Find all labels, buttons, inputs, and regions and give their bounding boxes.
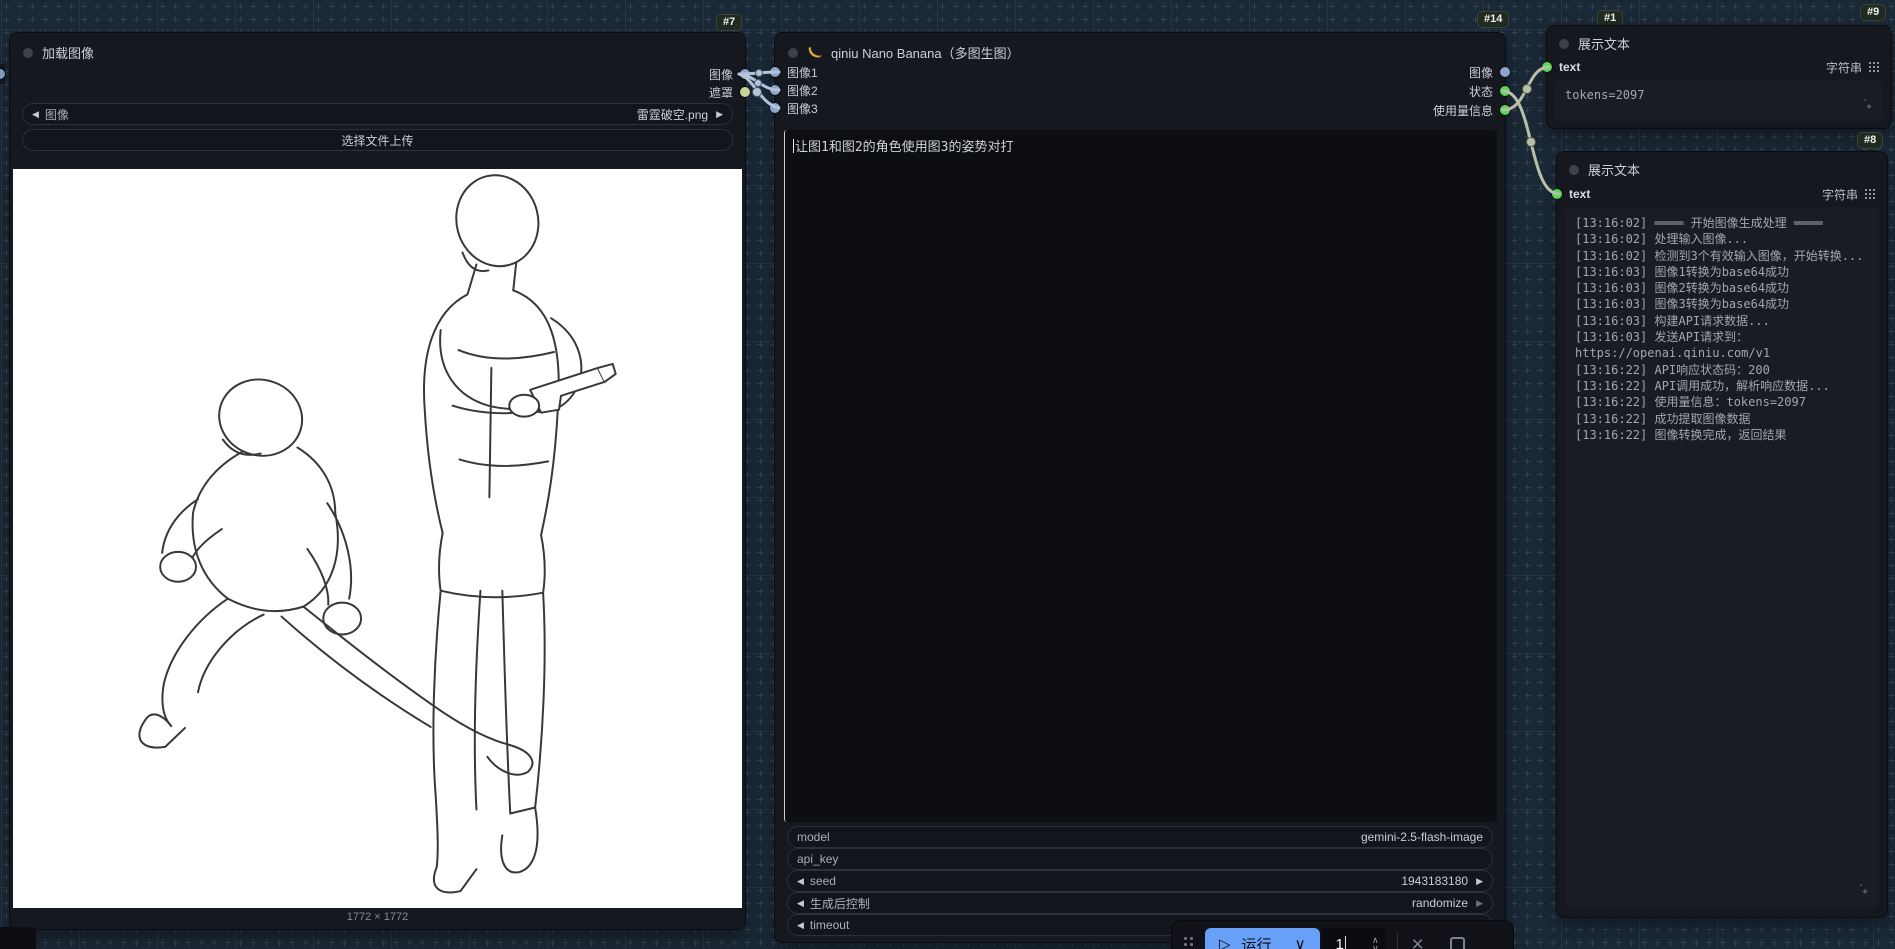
timeout-decrement-icon[interactable]: ◀ xyxy=(797,920,804,930)
node-show-text-log-header[interactable]: 展示文本 xyxy=(1557,152,1887,187)
output-label: 使用量信息 xyxy=(1432,103,1493,118)
combo-label: 图像 xyxy=(44,107,69,122)
output-label: 状态 xyxy=(1468,84,1493,99)
upload-button[interactable]: 选择文件上传 xyxy=(22,129,733,151)
node-id-badge-hidden: #1 xyxy=(1597,10,1624,27)
log-line: [13:16:02] 处理输入图像... xyxy=(1575,232,1749,247)
output-row-status: 状态 xyxy=(775,82,1510,100)
node-nano-banana[interactable]: qiniu Nano Banana（多图生图） 图像1 图像2 图像3 图像 状… xyxy=(770,33,1510,942)
text-input-slot[interactable] xyxy=(1552,189,1562,199)
collapse-dot[interactable] xyxy=(1559,38,1569,49)
text-input-slot[interactable] xyxy=(1542,62,1552,72)
output-label: 遮罩 xyxy=(708,85,733,100)
api-key-widget[interactable]: api_key xyxy=(787,848,1493,870)
run-button[interactable]: ▷ 运行 ∨ xyxy=(1205,928,1320,949)
node-id-badge-9: #9 xyxy=(1860,4,1887,21)
output-slot-dot[interactable] xyxy=(0,69,5,79)
log-text-widget[interactable]: [13:16:02] ════ 开始图像生成处理 ════ [13:16:02]… xyxy=(1565,207,1879,907)
usage-output-slot[interactable] xyxy=(1500,105,1510,115)
log-line: [13:16:22] 成功提取图像数据 xyxy=(1575,411,1751,426)
sparkle-icon: ✦✦ xyxy=(1858,881,1869,899)
node-id-badge-8: #8 xyxy=(1857,132,1884,149)
mask-output-slot[interactable] xyxy=(740,87,750,97)
node-show-text-log[interactable]: 展示文本 text 字符串 [13:16:02] ════ 开始图像生成处理 ═… xyxy=(1552,152,1887,917)
combo-value: 雷霆破空.png xyxy=(636,107,709,122)
image-preview[interactable] xyxy=(13,169,742,908)
node-load-image[interactable]: 加载图像 图像 遮罩 ◀ 图像 雷霆破空.png ▶ 选择文件上传 1772 ×… xyxy=(10,33,750,929)
pose-sketch-image xyxy=(138,174,617,894)
divider xyxy=(1396,932,1398,949)
image-file-combo[interactable]: ◀ 图像 雷霆破空.png ▶ xyxy=(22,103,733,125)
text-caret xyxy=(793,139,794,153)
text-caret xyxy=(1344,936,1346,949)
combo-prev-icon[interactable]: ◀ xyxy=(32,109,39,119)
offscreen-node-stub xyxy=(0,64,5,84)
combo-next-icon[interactable]: ▶ xyxy=(716,109,723,119)
node-title: qiniu Nano Banana（多图生图） xyxy=(831,46,1020,61)
node-id-badge-14: #14 xyxy=(1477,11,1510,28)
log-line: [13:16:02] 检测到3个有效输入图像，开始转换... xyxy=(1575,248,1864,263)
output-label: 图像 xyxy=(1468,65,1493,80)
string-grid-icon xyxy=(1869,62,1879,72)
node-show-text-tokens-header[interactable]: 展示文本 xyxy=(1547,26,1891,61)
log-line: [13:16:22] 图像转换完成，返回结果 xyxy=(1575,427,1787,442)
sparkle-icon: ✦✦ xyxy=(1862,96,1873,114)
log-line: https://openai.qiniu.com/v1 xyxy=(1575,346,1771,361)
collapse-dot[interactable] xyxy=(23,47,33,58)
log-line: [13:16:22] 使用量信息：tokens=2097 xyxy=(1575,395,1806,410)
status-output-slot[interactable] xyxy=(1500,86,1510,96)
batch-count-input[interactable]: 1 ∧ ∨ xyxy=(1321,928,1385,949)
output-row-usage: 使用量信息 xyxy=(775,101,1510,119)
log-line: [13:16:22] API响应状态码：200 xyxy=(1575,362,1770,377)
seed-decrement-icon[interactable]: ◀ xyxy=(797,876,804,886)
output-row-image: 图像 xyxy=(10,65,750,83)
node-show-text-tokens[interactable]: 展示文本 text 字符串 tokens=2097 ✦✦ xyxy=(1542,26,1891,128)
log-line: [13:16:22] API调用成功，解析响应数据... xyxy=(1575,378,1830,393)
run-button-label: 运行 xyxy=(1241,936,1272,949)
output-row-image: 图像 xyxy=(775,63,1510,81)
run-options-chevron-icon[interactable]: ∨ xyxy=(1295,937,1306,949)
batch-count-value: 1 xyxy=(1335,935,1344,949)
log-line: [13:16:03] 发送API请求到： xyxy=(1575,330,1749,345)
run-control-bar[interactable]: ▷ 运行 ∨ 1 ∧ ∨ × xyxy=(1172,921,1513,949)
stop-icon[interactable] xyxy=(1449,936,1465,949)
node-id-badge-7: #7 xyxy=(716,14,743,31)
banana-icon xyxy=(808,46,822,58)
prompt-textarea[interactable]: 让图1和图2的角色使用图3的姿势对打 xyxy=(784,130,1497,822)
control-prev-icon[interactable]: ◀ xyxy=(797,898,804,908)
text-slot-row: text 字符串 xyxy=(1542,58,1891,76)
output-row-mask: 遮罩 xyxy=(10,83,750,101)
output-label: 图像 xyxy=(708,67,733,82)
node-editor-canvas[interactable]: 加载图像 图像 遮罩 ◀ 图像 雷霆破空.png ▶ 选择文件上传 1772 ×… xyxy=(0,0,1895,949)
collapse-dot[interactable] xyxy=(1569,164,1579,175)
count-decrement-icon[interactable]: ∨ xyxy=(1372,944,1379,949)
control-after-generate-widget[interactable]: ◀ 生成后控制 randomize ▶ xyxy=(787,892,1493,914)
log-line: [13:16:02] ════ 开始图像生成处理 ════ xyxy=(1575,216,1823,230)
tokens-text-widget[interactable]: tokens=2097 ✦✦ xyxy=(1555,80,1883,122)
image-dimensions-caption: 1772 × 1772 xyxy=(346,911,409,923)
seed-increment-icon[interactable]: ▶ xyxy=(1476,876,1483,886)
cancel-button[interactable]: × xyxy=(1412,934,1424,949)
node-title: 展示文本 xyxy=(1588,163,1641,178)
log-line: [13:16:03] 图像2转换为base64成功 xyxy=(1575,281,1790,296)
model-widget[interactable]: model gemini-2.5-flash-image xyxy=(787,826,1493,848)
text-slot-row: text 字符串 xyxy=(1552,185,1887,203)
seed-widget[interactable]: ◀ seed 1943183180 ▶ xyxy=(787,870,1493,892)
drag-handle-icon[interactable] xyxy=(1184,936,1193,949)
string-grid-icon xyxy=(1865,189,1875,199)
log-line: [13:16:03] 图像3转换为base64成功 xyxy=(1575,297,1790,312)
image-output-slot[interactable] xyxy=(740,69,750,79)
node-title: 展示文本 xyxy=(1578,37,1631,52)
log-line: [13:16:03] 构建API请求数据... xyxy=(1575,313,1770,328)
image-output-slot[interactable] xyxy=(1500,67,1510,77)
play-icon: ▷ xyxy=(1219,935,1231,949)
offscreen-node-corner xyxy=(0,927,36,949)
collapse-dot[interactable] xyxy=(788,47,798,58)
prompt-text: 让图1和图2的角色使用图3的姿势对打 xyxy=(795,140,1014,155)
node-title: 加载图像 xyxy=(42,46,95,61)
log-line: [13:16:03] 图像1转换为base64成功 xyxy=(1575,264,1790,279)
control-next-icon[interactable]: ▶ xyxy=(1476,898,1483,908)
